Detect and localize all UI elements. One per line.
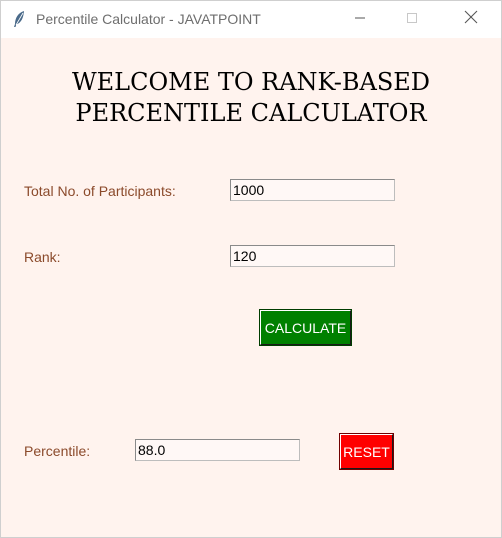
reset-button[interactable]: RESET xyxy=(339,433,394,470)
minimize-button[interactable] xyxy=(337,1,383,38)
calculate-button[interactable]: CALCULATE xyxy=(259,309,352,346)
window-title: Percentile Calculator - JAVATPOINT xyxy=(36,11,261,27)
close-button[interactable] xyxy=(448,1,494,38)
heading-line-1: WELCOME TO RANK-BASED xyxy=(71,68,431,96)
participants-label: Total No. of Participants: xyxy=(24,183,176,199)
page-heading: WELCOME TO RANK-BASED PERCENTILE CALCULA… xyxy=(1,67,501,129)
percentile-label: Percentile: xyxy=(24,443,91,459)
maximize-icon xyxy=(406,11,418,29)
app-window: Percentile Calculator - JAVATPOINT WELCO… xyxy=(0,0,502,538)
close-icon xyxy=(464,10,478,29)
feather-icon xyxy=(11,10,27,28)
minimize-icon xyxy=(354,11,366,29)
rank-label: Rank: xyxy=(24,249,61,265)
title-bar[interactable]: Percentile Calculator - JAVATPOINT xyxy=(1,1,501,38)
percentile-output[interactable] xyxy=(135,439,300,461)
maximize-button[interactable] xyxy=(389,1,435,38)
participants-input[interactable] xyxy=(230,179,395,201)
rank-input[interactable] xyxy=(230,245,395,267)
heading-line-2: PERCENTILE CALCULATOR xyxy=(75,99,427,127)
